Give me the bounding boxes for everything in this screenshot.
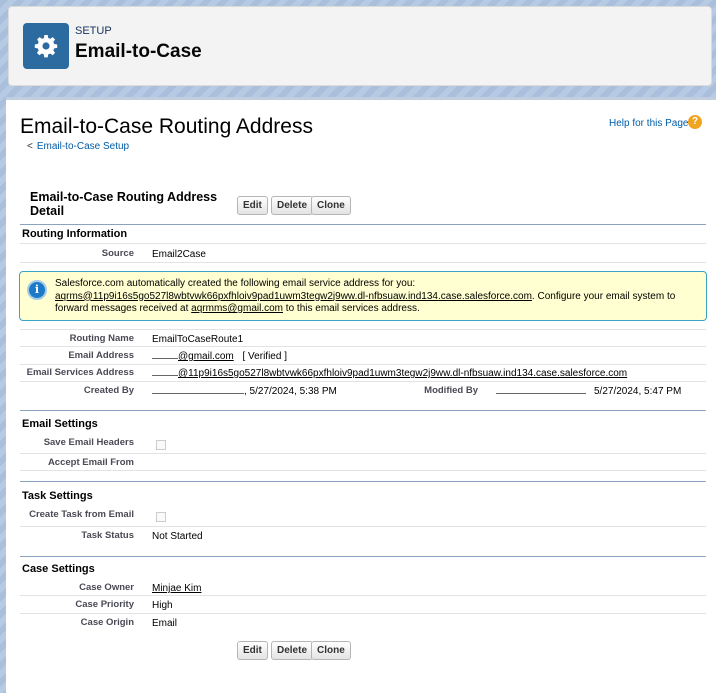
info-text: Salesforce.com automatically created the… <box>55 278 700 316</box>
email-address-link[interactable]: @gmail.com <box>178 351 234 362</box>
divider <box>20 613 706 614</box>
header-title: Email-to-Case <box>75 41 202 62</box>
edit-button-bottom[interactable]: Edit <box>237 641 268 660</box>
service-address-link[interactable]: aqrms@11p9i16s5go527l8wbtvwk66pxfhloiv9p… <box>55 291 532 302</box>
accept-from-label: Accept Email From <box>47 457 134 468</box>
case-owner-label: Case Owner <box>79 582 134 593</box>
divider <box>20 243 706 244</box>
help-icon[interactable]: ? <box>688 115 702 129</box>
redacted-text <box>152 393 244 394</box>
created-by-value: , 5/27/2024, 5:38 PM <box>152 386 337 397</box>
save-headers-label: Save Email Headers <box>43 437 134 448</box>
email-settings-title: Email Settings <box>22 418 98 430</box>
redacted-text <box>496 393 586 394</box>
case-settings-title: Case Settings <box>22 563 95 575</box>
services-address-value: @11p9i16s5go527l8wbtvwk66pxfhloiv9pad1uw… <box>152 368 627 379</box>
create-task-label: Create Task from Email <box>29 509 134 520</box>
services-address-link[interactable]: @11p9i16s5go527l8wbtvwk66pxfhloiv9pad1uw… <box>178 368 627 379</box>
clone-button[interactable]: Clone <box>311 196 351 215</box>
save-headers-checkbox[interactable] <box>156 440 166 450</box>
modified-by-date: 5/27/2024, 5:47 PM <box>594 386 682 397</box>
routing-name-value: EmailToCaseRoute1 <box>152 334 244 345</box>
case-owner-value: Minjae Kim <box>152 583 201 594</box>
source-value: Email2Case <box>152 249 206 260</box>
divider <box>20 595 706 596</box>
task-settings-title: Task Settings <box>22 490 93 502</box>
gear-icon <box>23 23 69 69</box>
task-status-label: Task Status <box>81 530 134 541</box>
create-task-checkbox[interactable] <box>156 512 166 522</box>
case-origin-label: Case Origin <box>80 617 134 628</box>
info-end-text: to this email services address. <box>283 303 420 314</box>
divider <box>20 381 706 382</box>
delete-button[interactable]: Delete <box>271 196 314 215</box>
redacted-text <box>152 375 178 376</box>
email-address-label: Email Address <box>68 350 134 361</box>
help-link[interactable]: Help for this Page <box>609 118 689 129</box>
routing-section-title: Routing Information <box>22 228 128 240</box>
info-line: Salesforce.com automatically created the… <box>55 278 416 289</box>
divider <box>20 224 706 225</box>
main-content: Email-to-Case Routing Address < Email-to-… <box>6 97 716 693</box>
services-address-label: Email Services Address <box>26 367 134 378</box>
forward-email-link[interactable]: aqrmms@gmail.com <box>191 303 283 314</box>
source-label: Source <box>101 248 134 259</box>
page-title: Email-to-Case Routing Address <box>20 115 313 138</box>
routing-name-label: Routing Name <box>69 333 134 344</box>
email-address-value: @gmail.com [ Verified ] <box>152 351 287 362</box>
detail-title: Email-to-Case Routing Address Detail <box>30 190 218 218</box>
created-by-date: , 5/27/2024, 5:38 PM <box>244 386 337 397</box>
created-by-label: Created By <box>83 385 134 396</box>
divider <box>20 346 706 347</box>
divider <box>20 556 706 557</box>
redacted-text <box>152 358 178 359</box>
case-priority-label: Case Priority <box>75 599 134 610</box>
case-origin-value: Email <box>152 618 178 629</box>
setup-header: SETUP Email-to-Case <box>8 6 712 86</box>
divider <box>20 526 706 527</box>
modified-by-label: Modified By <box>424 385 478 396</box>
info-icon: i <box>27 280 47 300</box>
divider <box>20 453 706 454</box>
divider <box>20 410 706 411</box>
divider <box>20 329 706 330</box>
delete-button-bottom[interactable]: Delete <box>271 641 314 660</box>
case-owner-link[interactable]: Minjae Kim <box>152 583 201 594</box>
edit-button[interactable]: Edit <box>237 196 268 215</box>
case-priority-value: High <box>152 600 173 611</box>
info-message: i Salesforce.com automatically created t… <box>19 271 707 321</box>
verified-status: [ Verified ] <box>242 351 287 362</box>
divider <box>20 470 706 471</box>
clone-button-bottom[interactable]: Clone <box>311 641 351 660</box>
divider <box>20 364 706 365</box>
back-link-label[interactable]: Email-to-Case Setup <box>37 141 129 152</box>
divider <box>20 262 706 263</box>
setup-label: SETUP <box>75 25 112 37</box>
back-link[interactable]: < Email-to-Case Setup <box>27 141 129 152</box>
task-status-value: Not Started <box>152 531 203 542</box>
back-chevron-icon: < <box>27 141 33 152</box>
modified-by-value: 5/27/2024, 5:47 PM <box>496 386 681 397</box>
divider <box>20 481 706 482</box>
